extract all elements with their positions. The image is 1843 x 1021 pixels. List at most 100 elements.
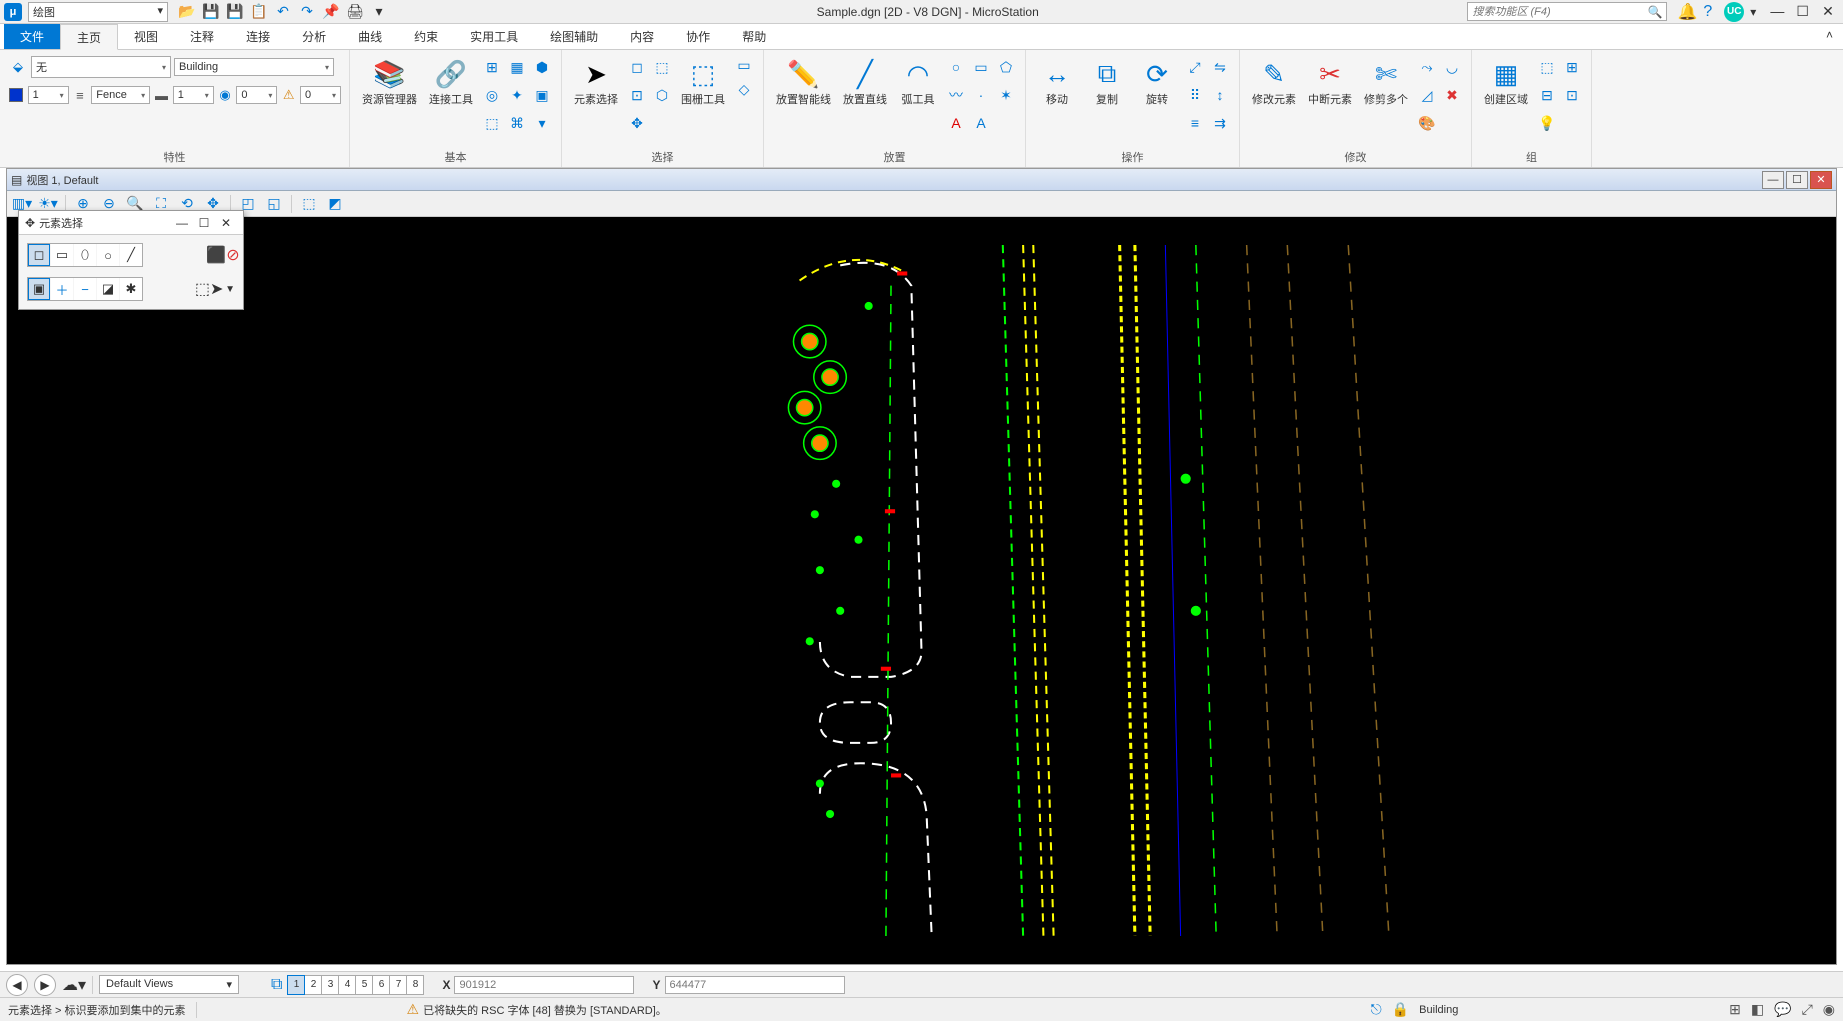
stretch-icon[interactable]: ↕ [1209,84,1231,106]
palette-max-button[interactable]: ☐ [193,216,215,230]
view-min-button[interactable]: — [1762,171,1784,189]
view-btn-3[interactable]: 3 [321,975,339,995]
chamfer-icon[interactable]: ◿ [1416,84,1438,106]
extend-icon[interactable]: ⤳ [1416,56,1438,78]
tab-utilities[interactable]: 实用工具 [454,24,534,49]
y-input[interactable] [665,976,845,994]
clip-vol-icon[interactable]: ⬚ [298,193,320,215]
palette-titlebar[interactable]: ✥ 元素选择 — ☐ ✕ [19,211,243,235]
color-combo[interactable]: 1▾ [28,86,69,104]
sel-settings-icon[interactable]: ⬚➤ [197,277,221,301]
point-icon[interactable]: · [970,84,992,106]
view-btn-8[interactable]: 8 [406,975,424,995]
tab-view[interactable]: 视图 [118,24,174,49]
grp2-icon[interactable]: ⊞ [1561,56,1583,78]
tab-curves[interactable]: 曲线 [342,24,398,49]
drawing-canvas[interactable] [7,217,1836,964]
workflow-combo[interactable]: 绘图 ▾ [28,2,168,22]
rotate-button[interactable]: ⟳旋转 [1134,54,1180,108]
models-icon[interactable]: ⊞ [481,56,503,78]
view-next-icon[interactable]: ◱ [263,193,285,215]
weight-icon[interactable]: ▬ [153,85,170,105]
sel-lasso-icon[interactable]: ⬯ [74,244,96,266]
qat-print2-icon[interactable]: 🖨 [346,3,364,21]
grp1-icon[interactable]: ⬚ [1536,56,1558,78]
palette-close-button[interactable]: ✕ [215,216,237,230]
tool8-icon[interactable]: ⌘ [506,112,528,134]
qat-pin-icon[interactable]: 📌 [322,3,340,21]
view-btn-1[interactable]: 1 [287,975,305,995]
explorer-button[interactable]: 📚 资源管理器 [358,54,421,108]
qat-print-icon[interactable]: 📋 [250,3,268,21]
qat-undo-icon[interactable]: ↶ [274,3,292,21]
tab-drawing-aids[interactable]: 绘图辅助 [534,24,614,49]
mode-invert-icon[interactable]: ◪ [97,278,119,300]
nav-history-icon[interactable]: ☁▾ [62,975,86,995]
user-badge[interactable]: UC [1724,2,1744,22]
scale-icon[interactable]: ⤢ [1184,56,1206,78]
running-coord-icon[interactable]: ⊞ [1729,1001,1741,1018]
grp3-icon[interactable]: ⊟ [1536,84,1558,106]
template-combo[interactable]: Building▾ [174,58,334,76]
template-icon[interactable]: ⬙ [8,57,28,77]
sel-circle-icon[interactable]: ○ [97,244,119,266]
view-btn-4[interactable]: 4 [338,975,356,995]
palette-expand-icon[interactable]: ▼ [225,284,235,295]
tool5-icon[interactable]: ✦ [506,84,528,106]
break-button[interactable]: ✂中断元素 [1304,54,1356,108]
sel-line-icon[interactable]: ╱ [120,244,142,266]
sel5-icon[interactable]: ✥ [626,112,648,134]
more-icon[interactable]: ▾ [531,112,553,134]
align-icon[interactable]: ≡ [1184,112,1206,134]
x-input[interactable] [454,976,634,994]
minimize-button[interactable]: — [1766,3,1788,19]
tool7-icon[interactable]: ⬚ [481,112,503,134]
mode-all-icon[interactable]: ✱ [120,278,142,300]
array-icon[interactable]: ⠿ [1184,84,1206,106]
smartline-button[interactable]: ✏️放置智能线 [772,54,835,108]
search-icon[interactable]: 🔍 [1648,5,1663,19]
offset-icon[interactable]: ⇉ [1209,112,1231,134]
priority-combo[interactable]: 0▾ [300,86,341,104]
transparency-combo[interactable]: 0▾ [236,86,277,104]
qat-saveas-icon[interactable]: 💾 [226,3,244,21]
mode-sub-icon[interactable]: − [74,278,96,300]
note-icon[interactable]: A [970,112,992,134]
attach-tools-button[interactable]: 🔗 连接工具 [425,54,477,108]
status-sel-icon[interactable]: ◧ [1751,1001,1764,1018]
qat-caret-icon[interactable]: ▾ [370,3,388,21]
selmore-icon[interactable]: ▭ [733,54,755,76]
status-msg-icon[interactable]: 💬 [1774,1001,1791,1018]
view-btn-6[interactable]: 6 [372,975,390,995]
sel-block-icon[interactable]: ▭ [51,244,73,266]
ribbon-search[interactable]: 🔍 [1467,2,1667,21]
tool3-icon[interactable]: ⬢ [531,56,553,78]
view-titlebar[interactable]: ▤ 视图 1, Default — ☐ ✕ [7,169,1836,191]
linestyle-combo[interactable]: Fence▾ [91,86,150,104]
view-btn-5[interactable]: 5 [355,975,373,995]
maximize-button[interactable]: ☐ [1792,3,1814,20]
snap-icon[interactable]: ⎋ [1371,1001,1382,1018]
priority-icon[interactable]: ⚠ [280,85,297,105]
arrange-views-icon[interactable]: ⧉ [271,976,282,994]
nav-fwd-button[interactable]: ▶ [34,974,56,996]
ribbon-collapse-button[interactable]: ˄ [1816,24,1843,49]
copy-button[interactable]: ⧉复制 [1084,54,1130,108]
sel-disable-icon[interactable]: ⬛⊘ [211,243,235,267]
tab-home[interactable]: 主页 [60,24,118,50]
mirror-icon[interactable]: ⇋ [1209,56,1231,78]
poly-icon[interactable]: ⬠ [995,56,1017,78]
tool6-icon[interactable]: ▣ [531,84,553,106]
palette-min-button[interactable]: — [171,216,193,230]
view-btn-2[interactable]: 2 [304,975,322,995]
qat-redo-icon[interactable]: ↷ [298,3,316,21]
bspline-icon[interactable]: 〰 [945,84,967,106]
nav-back-button[interactable]: ◀ [6,974,28,996]
view-groups-combo[interactable]: Default Views▾ [99,975,239,994]
status-end-icon[interactable]: ◉ [1823,1001,1835,1018]
view-max-button[interactable]: ☐ [1786,171,1808,189]
active-level[interactable]: Building [1419,1004,1719,1016]
ribbon-search-input[interactable] [1472,6,1647,18]
element-selection-palette[interactable]: ✥ 元素选择 — ☐ ✕ ◻ ▭ ⬯ ○ ╱ ⬛⊘ ▣ ＋ − ◪ ✱ [18,210,244,310]
fillet-icon[interactable]: ◡ [1441,56,1463,78]
